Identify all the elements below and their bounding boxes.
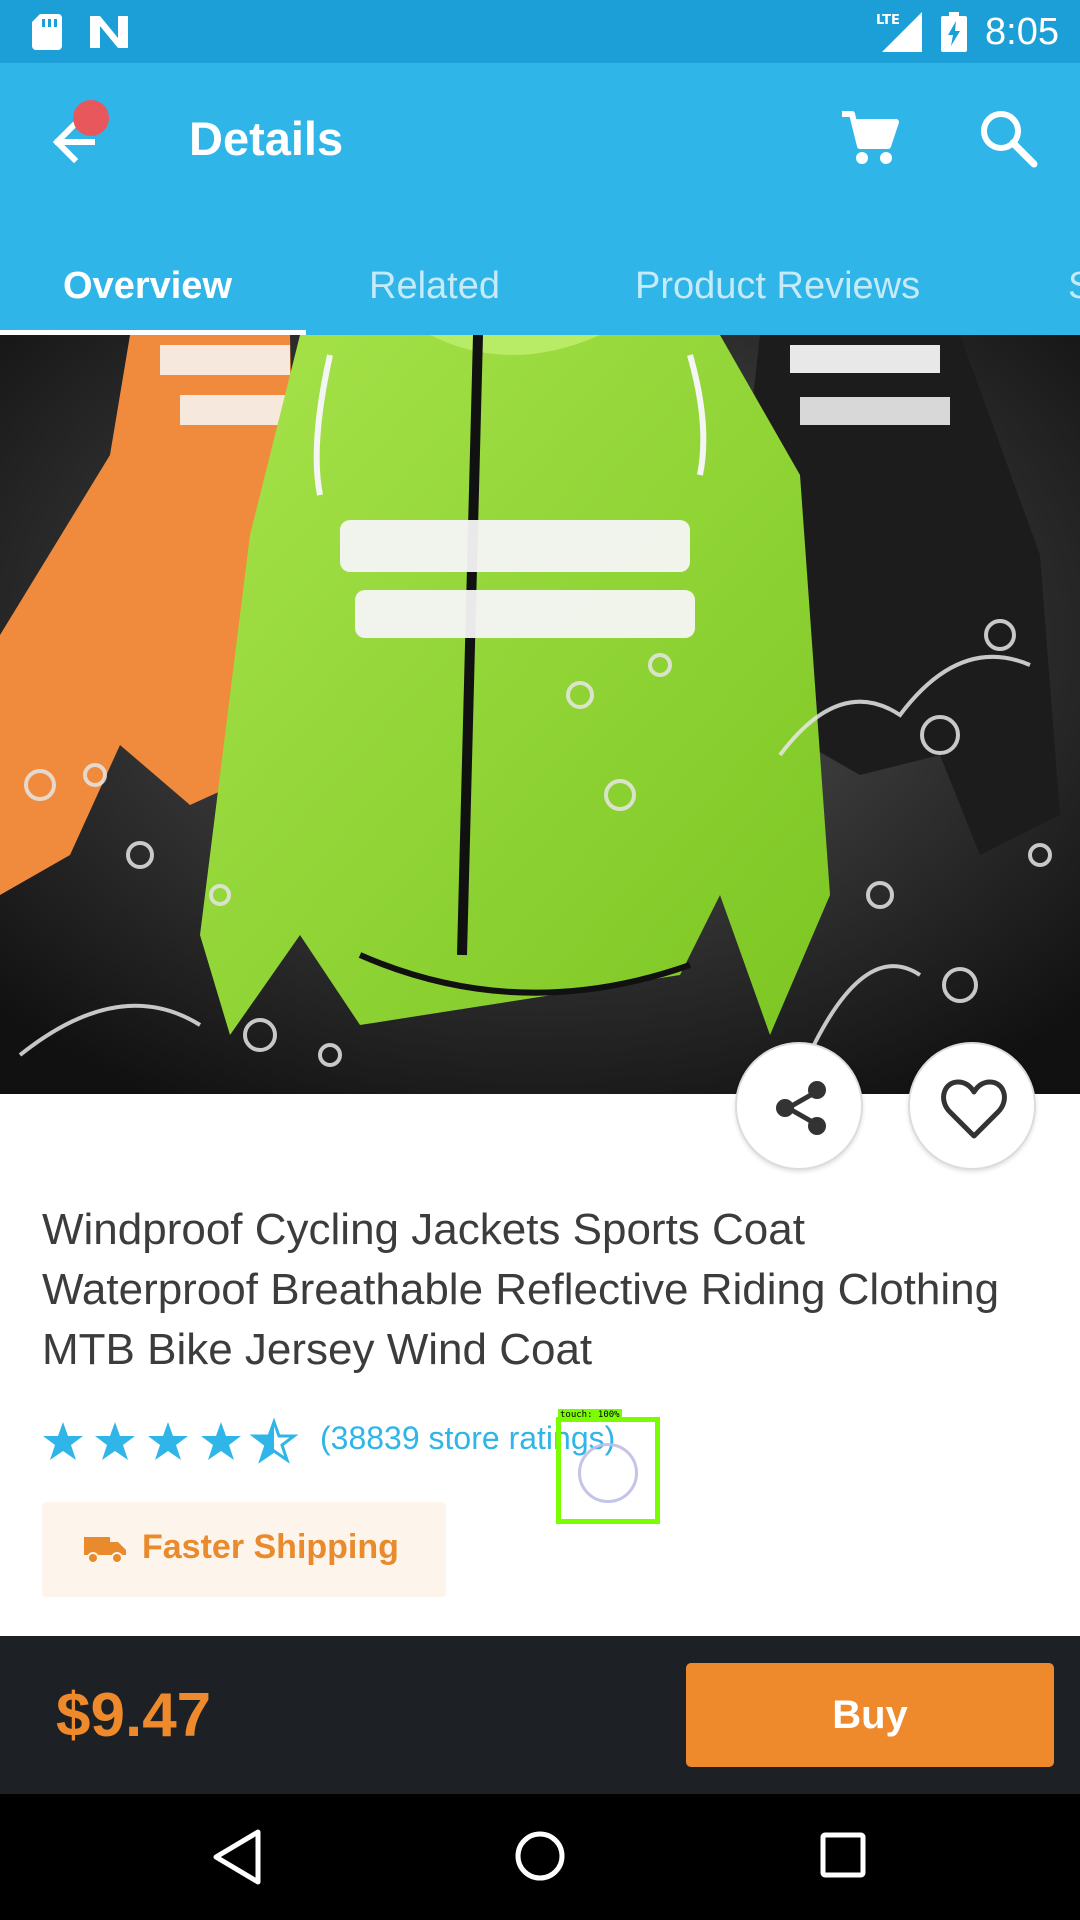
share-button[interactable] [735,1042,863,1170]
truck-icon [84,1537,126,1564]
system-nav-bar [0,1794,1080,1920]
nav-recent-icon[interactable] [820,1832,866,1878]
lte-signal-icon: LTE [876,12,922,52]
status-bar: LTE 8:05 [0,0,1080,63]
star-icon [148,1422,188,1460]
page-title: Details [189,112,344,165]
battery-charging-icon [941,12,967,52]
star-icon [95,1422,135,1460]
app-bar: Details Overview Related Product Reviews… [0,63,1080,335]
search-icon[interactable] [976,106,1040,170]
price: $9.47 [56,1681,212,1750]
shipping-badge[interactable]: Faster Shipping [42,1502,446,1597]
n-notification-icon [90,16,128,48]
tab-bar: Overview Related Product Reviews S [0,238,1080,335]
buy-button[interactable]: Buy [686,1663,1054,1767]
star-rating [43,1420,296,1462]
product-title: Windproof Cycling Jackets Sports Coat Wa… [42,1205,1000,1374]
star-icon [43,1422,83,1460]
tab-product-reviews[interactable]: Product Reviews [635,238,920,335]
tab-related[interactable]: Related [369,238,500,335]
product-photo [0,335,1080,1094]
star-icon [201,1422,241,1460]
cart-icon[interactable] [838,106,902,170]
tab-overview[interactable]: Overview [63,238,232,335]
bottom-bar: $9.47 Buy [0,1636,1080,1794]
touch-indicator-circle [578,1443,638,1503]
share-icon [776,1081,826,1135]
wishlist-button[interactable] [908,1042,1036,1170]
status-time: 8:05 [985,11,1059,53]
notification-dot [73,100,109,136]
lte-text: LTE [876,13,900,28]
product-image[interactable] [0,335,1080,1094]
nav-back-icon[interactable] [212,1828,262,1886]
shipping-label: Faster Shipping [142,1528,399,1566]
tab-next[interactable]: S [1068,238,1080,335]
heart-outline-icon [941,1079,1007,1139]
nav-home-icon[interactable] [514,1830,566,1882]
half-star-icon [252,1420,296,1462]
sd-card-icon [32,14,62,50]
